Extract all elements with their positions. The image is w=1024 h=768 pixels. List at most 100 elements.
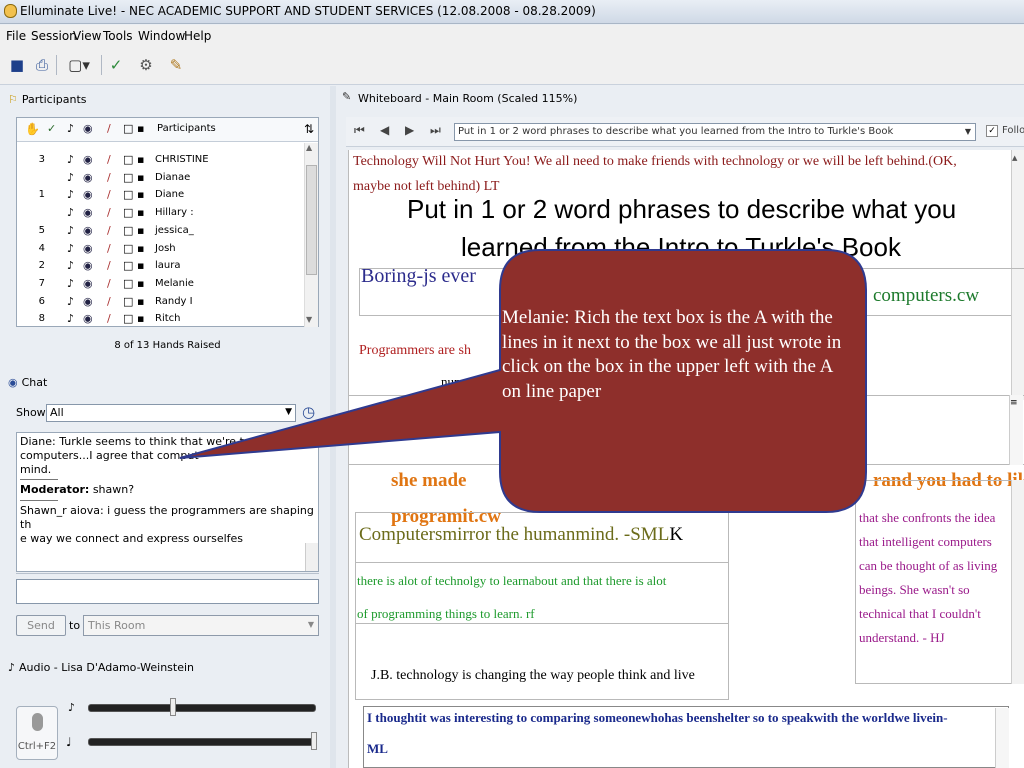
participant-row[interactable]: 4 ♪ ◉ / □ ▪ Josh bbox=[17, 240, 303, 258]
wb-text-ml-cont[interactable]: ML bbox=[367, 741, 388, 757]
camera-icon[interactable]: ▪ bbox=[137, 153, 144, 166]
mic-icon[interactable]: ♪ bbox=[67, 277, 74, 290]
screen-title-select[interactable]: Put in 1 or 2 word phrases to describe w… bbox=[454, 123, 976, 141]
camera-icon[interactable]: ▪ bbox=[137, 277, 144, 290]
camera-icon[interactable]: ▪ bbox=[137, 242, 144, 255]
wb-textbox-scrollbar[interactable] bbox=[995, 708, 1009, 768]
speaker-icon[interactable]: ◉ bbox=[83, 259, 93, 272]
wb-heading-cont[interactable]: learned from the Intro to Turkle's Book bbox=[461, 232, 901, 263]
checkbox-icon[interactable]: □ bbox=[123, 188, 133, 201]
wb-text-lt-cont[interactable]: maybe not left behind) LT bbox=[353, 179, 499, 195]
checkbox-icon[interactable]: □ bbox=[123, 153, 133, 166]
mic-icon[interactable]: ♪ bbox=[67, 224, 74, 237]
participant-row[interactable]: 3 ♪ ◉ / □ ▪ CHRISTINE bbox=[17, 151, 303, 169]
mic-icon[interactable]: ♪ bbox=[67, 188, 74, 201]
whiteboard-canvas[interactable]: Technology Will Not Hurt You! We all nee… bbox=[348, 150, 1024, 768]
pen-icon[interactable]: / bbox=[107, 171, 111, 184]
sort-icon[interactable]: ⇅ bbox=[304, 122, 314, 136]
menu-file[interactable]: File bbox=[6, 29, 26, 43]
checkbox-icon[interactable]: □ bbox=[123, 122, 133, 135]
pen-icon[interactable]: / bbox=[107, 312, 111, 325]
camera-icon[interactable]: ▪ bbox=[137, 122, 144, 135]
speaker-icon[interactable]: ◉ bbox=[83, 153, 93, 166]
menu-session[interactable]: Session bbox=[31, 29, 77, 43]
speaker-icon[interactable]: ◉ bbox=[83, 312, 93, 325]
speaker-volume-slider[interactable] bbox=[88, 738, 316, 746]
checkbox-icon[interactable]: □ bbox=[123, 171, 133, 184]
show-filter-select[interactable]: All ▼ bbox=[46, 404, 296, 422]
hand-raise-icon[interactable]: ✋ bbox=[25, 122, 40, 136]
camera-icon[interactable]: ▪ bbox=[137, 188, 144, 201]
pen-icon[interactable]: / bbox=[107, 242, 111, 255]
wb-text-numer[interactable]: numer bbox=[441, 374, 474, 390]
mic-icon[interactable]: ♪ bbox=[67, 312, 74, 325]
mic-volume-thumb[interactable] bbox=[170, 698, 176, 716]
send-button[interactable]: Send bbox=[16, 615, 66, 636]
speaker-icon[interactable]: ◉ bbox=[83, 224, 93, 237]
chat-input[interactable] bbox=[16, 579, 319, 604]
chat-scrollbar[interactable] bbox=[305, 543, 318, 571]
pen-icon[interactable]: / bbox=[107, 277, 111, 290]
pen-icon[interactable]: / bbox=[107, 122, 111, 135]
check-x-icon[interactable]: ✓ bbox=[47, 122, 56, 135]
pen-icon[interactable]: / bbox=[107, 259, 111, 272]
wb-scrollbar[interactable] bbox=[1011, 480, 1024, 684]
speaker-icon[interactable]: ◉ bbox=[83, 295, 93, 308]
mic-icon[interactable]: ♪ bbox=[67, 153, 74, 166]
checkbox-icon[interactable]: □ bbox=[123, 295, 133, 308]
wb-textbox[interactable] bbox=[349, 395, 1024, 465]
pen-icon[interactable]: / bbox=[107, 224, 111, 237]
checkbox-icon[interactable]: □ bbox=[123, 224, 133, 237]
notes-icon[interactable]: ✎ bbox=[164, 53, 188, 77]
menu-help[interactable]: Help bbox=[184, 29, 211, 43]
speaker-icon[interactable]: ◉ bbox=[83, 122, 93, 135]
mic-icon[interactable]: ♪ bbox=[67, 295, 74, 308]
camera-icon[interactable]: ▪ bbox=[137, 224, 144, 237]
wb-text-jb[interactable]: J.B. technology is changing the way peop… bbox=[371, 668, 695, 684]
wb-text-ml[interactable]: I thoughtit was interesting to comparing… bbox=[367, 710, 948, 726]
wb-text-sml[interactable]: Computersmirror the humanmind. -SMLK bbox=[359, 524, 683, 546]
checkbox-icon[interactable]: □ bbox=[123, 312, 133, 325]
participant-row[interactable]: 6 ♪ ◉ / □ ▪ Randy I bbox=[17, 293, 303, 311]
mic-icon[interactable]: ♪ bbox=[67, 259, 74, 272]
wb-text-she-made[interactable]: she made bbox=[391, 470, 466, 492]
wb-scrollbar[interactable] bbox=[1011, 310, 1024, 400]
first-screen-icon[interactable]: ⏮ bbox=[354, 123, 365, 138]
layout-menu-icon[interactable]: ▢▾ bbox=[60, 53, 98, 77]
wb-text-boring[interactable]: Boring-js ever bbox=[361, 265, 476, 288]
checkbox-icon[interactable]: □ bbox=[123, 259, 133, 272]
pen-icon[interactable]: / bbox=[107, 206, 111, 219]
clock-icon[interactable]: ◷ bbox=[302, 403, 315, 421]
pen-icon[interactable]: / bbox=[107, 188, 111, 201]
pen-icon[interactable]: / bbox=[107, 295, 111, 308]
mic-icon[interactable]: ♪ bbox=[67, 122, 74, 135]
wb-text-lt[interactable]: Technology Will Not Hurt You! We all nee… bbox=[353, 154, 957, 170]
speaker-icon[interactable]: ◉ bbox=[83, 206, 93, 219]
wb-text-computers-cw[interactable]: computers.cw bbox=[873, 285, 979, 307]
last-screen-icon[interactable]: ⏭ bbox=[430, 123, 441, 138]
chat-history[interactable]: Diane: Turkle seems to think that we're … bbox=[16, 432, 319, 572]
mic-icon[interactable]: ♪ bbox=[67, 242, 74, 255]
wb-text-rf[interactable]: there is alot of technolgy to learnabout… bbox=[357, 573, 666, 589]
participants-column-label[interactable]: Participants bbox=[157, 123, 216, 134]
talk-button[interactable]: Ctrl+F2 bbox=[16, 706, 58, 760]
participant-row[interactable]: 7 ♪ ◉ / □ ▪ Melanie bbox=[17, 275, 303, 293]
wb-text-rf-cont[interactable]: of programming things to learn. rf bbox=[357, 606, 535, 622]
speaker-icon[interactable]: ◉ bbox=[83, 242, 93, 255]
camera-icon[interactable]: ▪ bbox=[137, 171, 144, 184]
participant-row[interactable]: ♪ ◉ / □ ▪ Dianae bbox=[17, 169, 303, 187]
camera-icon[interactable]: ▪ bbox=[137, 312, 144, 325]
checkbox-icon[interactable]: □ bbox=[123, 242, 133, 255]
speaker-volume-thumb[interactable] bbox=[311, 732, 317, 750]
wb-heading[interactable]: Put in 1 or 2 word phrases to describe w… bbox=[407, 194, 956, 225]
participant-row[interactable]: 5 ♪ ◉ / □ ▪ jessica_ bbox=[17, 222, 303, 240]
mic-volume-slider[interactable] bbox=[88, 704, 316, 712]
speaker-icon[interactable]: ◉ bbox=[83, 188, 93, 201]
menu-window[interactable]: Window bbox=[138, 29, 185, 43]
wb-text-programmers[interactable]: Programmers are sh bbox=[359, 343, 471, 359]
camera-icon[interactable]: ▪ bbox=[137, 259, 144, 272]
print-icon[interactable]: ⎙ bbox=[31, 53, 53, 77]
prev-screen-icon[interactable]: ◀ bbox=[380, 123, 389, 137]
follow-checkbox[interactable]: ✓ bbox=[986, 125, 998, 137]
recipient-select[interactable]: This Room ▼ bbox=[83, 615, 319, 636]
